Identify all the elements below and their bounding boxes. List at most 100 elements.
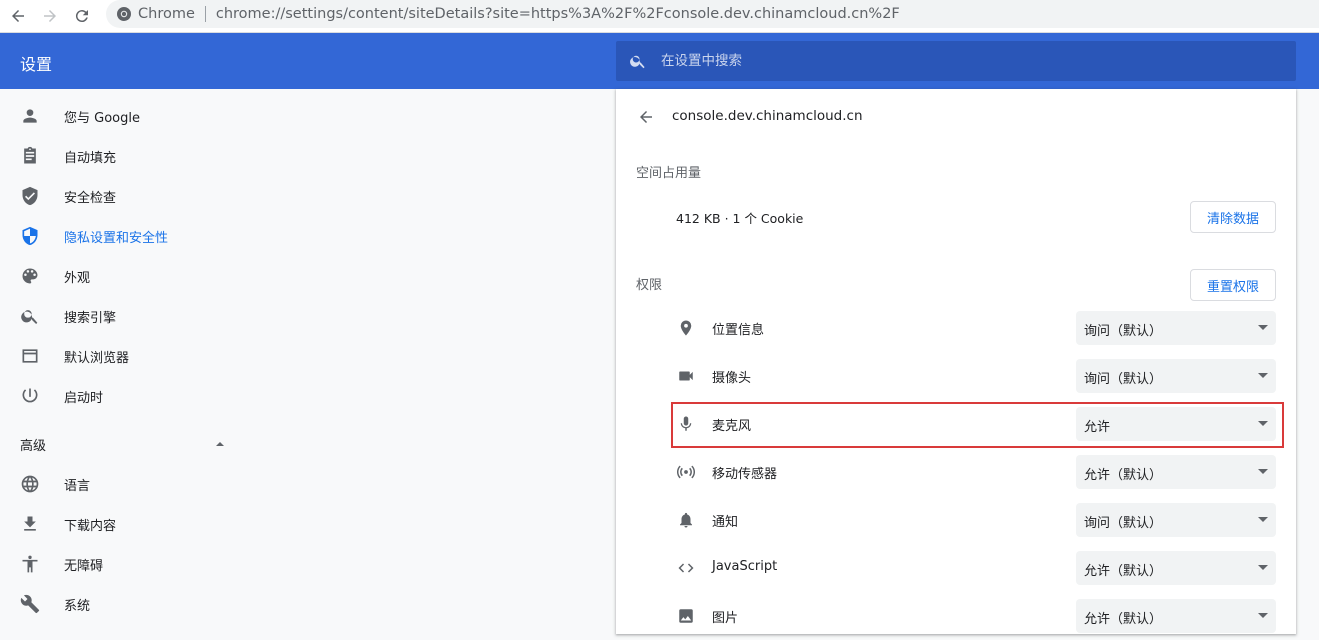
usage-section-label: 空间占用量 <box>636 166 702 181</box>
sidebar-item-safety-check[interactable]: 安全检查 <box>0 176 260 216</box>
settings-sidebar: 您与 Google 自动填充 安全检查 隐私设置和安全性 外观 搜索引擎 默认浏… <box>0 89 260 634</box>
permission-label: 通知 <box>712 515 739 530</box>
site-details-card: console.dev.chinamcloud.cn 空间占用量 412 KB … <box>616 89 1296 634</box>
reload-icon <box>75 10 88 23</box>
camera-icon <box>676 366 696 386</box>
forward-button[interactable] <box>38 4 62 28</box>
permission-label: 位置信息 <box>712 323 765 338</box>
permission-select-microphone[interactable]: 允许 <box>1076 407 1276 441</box>
sidebar-item-label: 隐私设置和安全性 <box>64 230 169 246</box>
person-icon <box>20 106 40 126</box>
reset-permissions-button[interactable]: 重置权限 <box>1190 269 1276 301</box>
arrow-right-icon <box>44 10 56 22</box>
settings-header: 设置 <box>0 33 1319 89</box>
sidebar-item-search-engine[interactable]: 搜索引擎 <box>0 296 260 336</box>
palette-icon <box>20 266 40 286</box>
permission-select-images[interactable]: 允许（默认） <box>1076 599 1276 633</box>
permission-row-microphone: 麦克风 允许 <box>672 400 1276 448</box>
browser-toolbar: Chrome chrome://settings/content/siteDet… <box>0 0 1319 33</box>
permission-row-notifications: 通知 询问（默认） <box>672 496 1276 544</box>
permission-select-location[interactable]: 询问（默认） <box>1076 311 1276 345</box>
permission-label: 移动传感器 <box>712 467 778 482</box>
microphone-icon <box>676 414 696 434</box>
page-title: 设置 <box>20 55 53 74</box>
sidebar-item-on-startup[interactable]: 启动时 <box>0 376 260 416</box>
sidebar-item-downloads[interactable]: 下载内容 <box>0 504 260 544</box>
location-icon <box>676 318 696 338</box>
search-icon <box>20 306 40 326</box>
power-icon <box>20 386 40 406</box>
globe-icon <box>20 474 40 494</box>
sidebar-item-label: 外观 <box>64 270 91 286</box>
sidebar-item-languages[interactable]: 语言 <box>0 464 260 504</box>
sidebar-advanced-toggle[interactable]: 高级 <box>0 424 260 464</box>
sidebar-item-autofill[interactable]: 自动填充 <box>0 136 260 176</box>
sidebar-item-label: 下载内容 <box>64 518 117 534</box>
sidebar-item-you-and-google[interactable]: 您与 Google <box>0 96 260 136</box>
sidebar-item-label: 自动填充 <box>64 150 117 166</box>
site-back-button[interactable] <box>634 105 658 129</box>
download-icon <box>20 514 40 534</box>
permission-row-images: 图片 允许（默认） <box>672 592 1276 640</box>
permission-select-javascript[interactable]: 允许（默认） <box>1076 551 1276 585</box>
image-icon <box>676 606 696 626</box>
sidebar-item-default-browser[interactable]: 默认浏览器 <box>0 336 260 376</box>
sensors-icon <box>676 462 696 482</box>
shield-check-icon <box>20 186 40 206</box>
permission-value: 允许（默认） <box>1084 468 1163 483</box>
permission-value: 允许（默认） <box>1084 612 1163 627</box>
permission-select-notifications[interactable]: 询问（默认） <box>1076 503 1276 537</box>
dropdown-arrow-icon <box>1258 325 1268 330</box>
usage-value: 412 KB · 1 个 Cookie <box>676 211 804 226</box>
permission-select-camera[interactable]: 询问（默认） <box>1076 359 1276 393</box>
permission-select-motion-sensors[interactable]: 允许（默认） <box>1076 455 1276 489</box>
code-icon <box>676 558 696 578</box>
clear-data-button[interactable]: 清除数据 <box>1190 201 1276 233</box>
dropdown-arrow-icon <box>1258 517 1268 522</box>
sidebar-item-label: 您与 Google <box>64 110 140 126</box>
bell-icon <box>676 510 696 530</box>
sidebar-item-privacy[interactable]: 隐私设置和安全性 <box>0 216 260 256</box>
search-input[interactable] <box>661 53 1261 69</box>
reload-button[interactable] <box>70 4 94 28</box>
sidebar-item-label: 安全检查 <box>64 190 117 206</box>
permission-value: 允许（默认） <box>1084 564 1163 579</box>
permission-label: JavaScript <box>712 559 778 574</box>
arrow-left-icon <box>640 111 652 123</box>
accessibility-icon <box>20 554 40 574</box>
search-icon <box>628 51 648 71</box>
sidebar-item-label: 搜索引擎 <box>64 310 117 326</box>
sidebar-item-accessibility[interactable]: 无障碍 <box>0 544 260 584</box>
back-button[interactable] <box>6 4 30 28</box>
permission-label: 麦克风 <box>712 419 752 434</box>
browser-icon <box>20 346 40 366</box>
sidebar-item-system[interactable]: 系统 <box>0 584 260 624</box>
permission-row-javascript: JavaScript 允许（默认） <box>672 544 1276 592</box>
caret-up-icon <box>216 442 224 446</box>
permission-value: 询问（默认） <box>1084 324 1163 339</box>
omnibox-divider <box>204 6 206 22</box>
shield-icon <box>20 226 40 246</box>
permission-label: 摄像头 <box>712 371 752 386</box>
permissions-section-label: 权限 <box>636 278 663 293</box>
sidebar-item-label: 语言 <box>64 478 91 494</box>
wrench-icon <box>20 594 40 614</box>
settings-search[interactable] <box>616 41 1296 81</box>
chrome-logo-icon <box>116 6 132 22</box>
permission-label: 图片 <box>712 611 739 626</box>
address-bar[interactable]: Chrome chrome://settings/content/siteDet… <box>106 0 1319 28</box>
advanced-section-label: 高级 <box>20 438 47 454</box>
dropdown-arrow-icon <box>1258 469 1268 474</box>
permission-value: 询问（默认） <box>1084 372 1163 387</box>
omnibox-url[interactable]: chrome://settings/content/siteDetails?si… <box>216 6 900 22</box>
sidebar-item-appearance[interactable]: 外观 <box>0 256 260 296</box>
dropdown-arrow-icon <box>1258 373 1268 378</box>
omnibox-chrome-label: Chrome <box>138 6 195 22</box>
sidebar-item-label: 默认浏览器 <box>64 350 130 366</box>
sidebar-item-label: 无障碍 <box>64 558 104 574</box>
permission-row-motion-sensors: 移动传感器 允许（默认） <box>672 448 1276 496</box>
permission-row-location: 位置信息 询问（默认） <box>672 304 1276 352</box>
dropdown-arrow-icon <box>1258 565 1268 570</box>
permission-row-camera: 摄像头 询问（默认） <box>672 352 1276 400</box>
dropdown-arrow-icon <box>1258 421 1268 426</box>
